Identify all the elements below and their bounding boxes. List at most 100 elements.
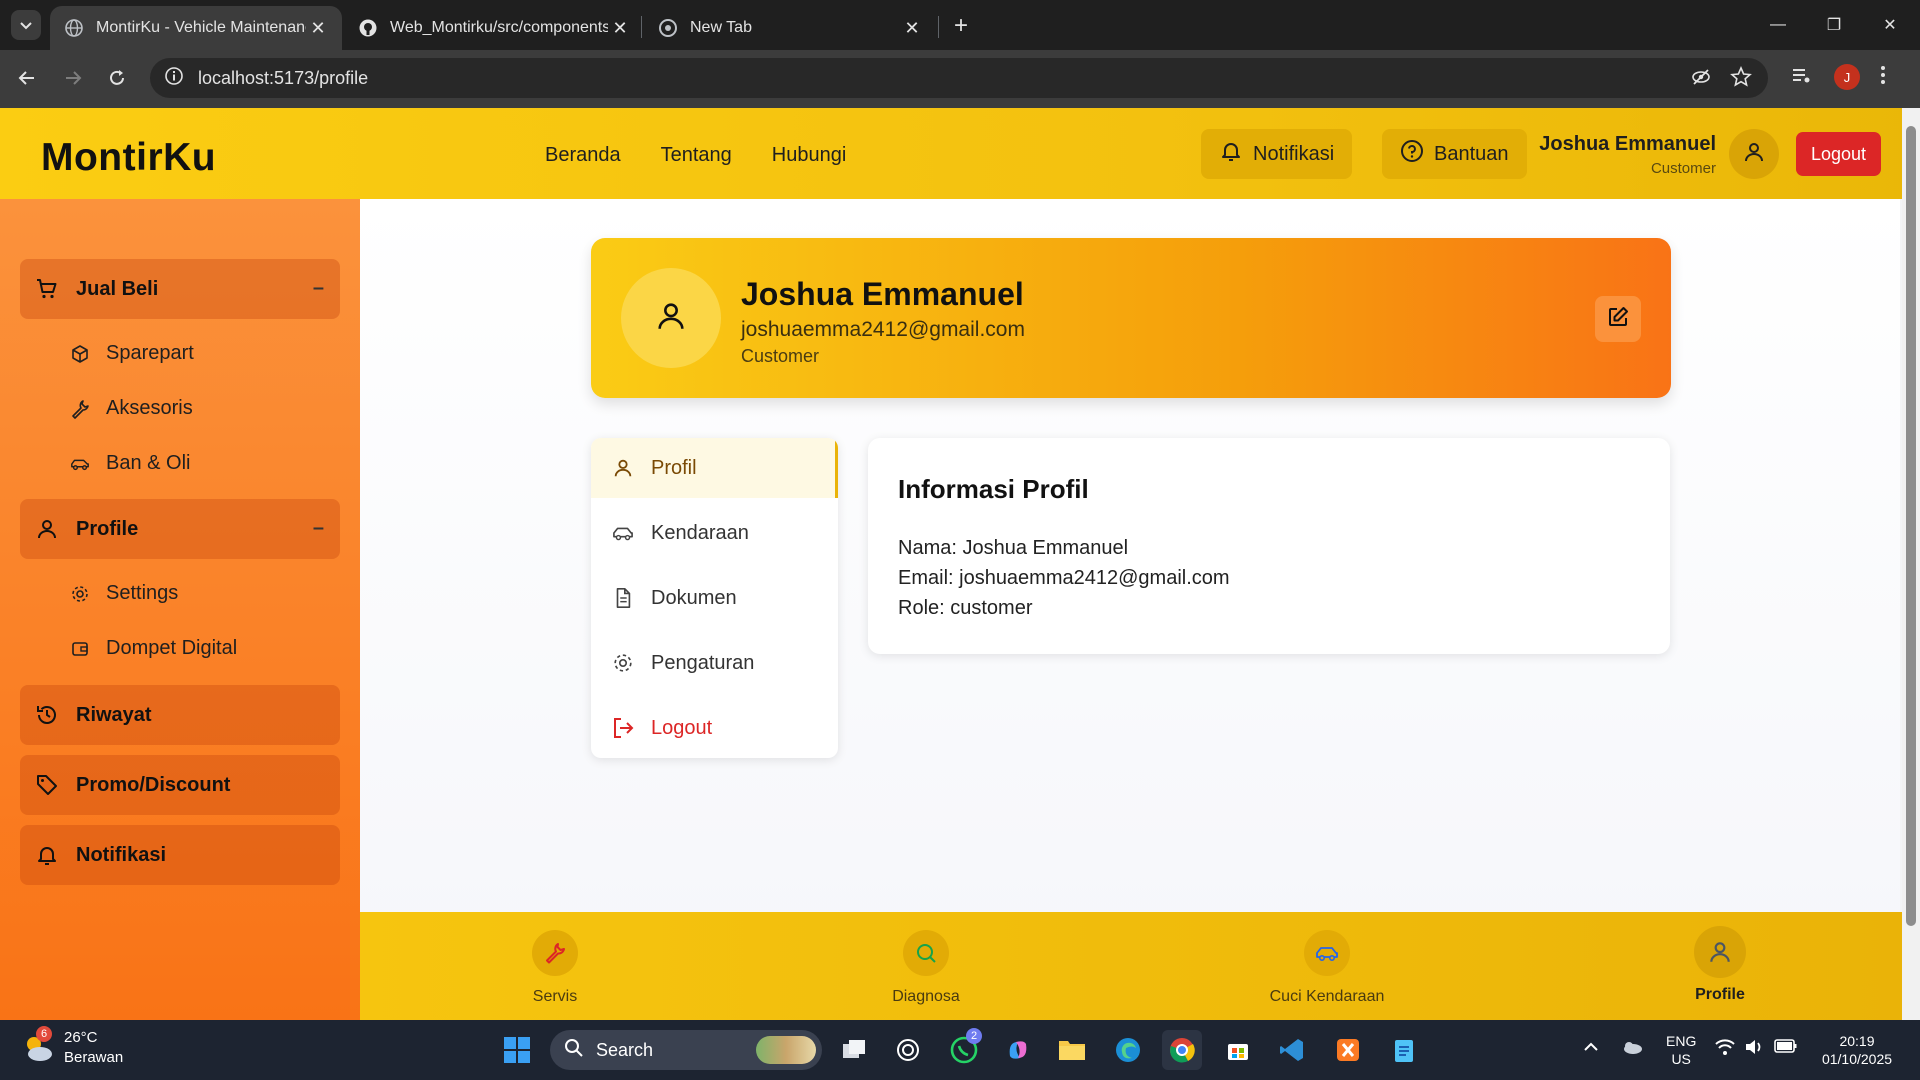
tab-github[interactable]: Web_Montirku/src/components ✕	[344, 6, 644, 50]
profile-menu-kendaraan[interactable]: Kendaraan	[591, 503, 838, 563]
close-window-button[interactable]: ✕	[1862, 0, 1918, 50]
help-button[interactable]: Bantuan	[1382, 129, 1527, 179]
sidebar-item-sparepart[interactable]: Sparepart	[70, 342, 194, 365]
sidebar-item-ban-oli[interactable]: Ban & Oli	[70, 452, 190, 475]
weather-widget[interactable]: 6 26°C Berawan	[20, 1026, 123, 1068]
sidebar-group-profile[interactable]: Profile –	[20, 499, 340, 559]
bell-icon	[34, 842, 60, 868]
close-icon[interactable]: ✕	[608, 16, 632, 40]
bookmark-star-icon[interactable]	[1730, 65, 1752, 93]
address-bar[interactable]: localhost:5173/profile	[150, 58, 1768, 98]
nav-hubungi[interactable]: Hubungi	[772, 144, 847, 167]
language-indicator[interactable]: ENG US	[1666, 1032, 1696, 1068]
sidebar-group-notifikasi[interactable]: Notifikasi	[20, 825, 340, 885]
bottom-nav: Servis Diagnosa Cuci Kendaraan Profile	[360, 912, 1902, 1020]
profile-menu-logout[interactable]: Logout	[591, 698, 838, 758]
volume-icon[interactable]	[1744, 1038, 1764, 1060]
scrollbar-thumb[interactable]	[1906, 126, 1916, 926]
notifications-button[interactable]: Notifikasi	[1201, 129, 1353, 179]
profile-menu-label: Dokumen	[651, 586, 737, 609]
bottom-nav-profile[interactable]: Profile	[1640, 926, 1800, 1004]
wrench-icon	[532, 930, 578, 976]
notifications-label: Notifikasi	[1253, 142, 1335, 165]
bottom-nav-cuci-kendaraan[interactable]: Cuci Kendaraan	[1247, 930, 1407, 1006]
page-scrollbar[interactable]	[1902, 108, 1920, 1020]
sidebar-item-dompet-digital[interactable]: Dompet Digital	[70, 637, 237, 660]
wrench-icon	[70, 399, 90, 419]
profile-header-card: Joshua Emmanuel joshuaemma2412@gmail.com…	[591, 238, 1671, 398]
tab-search-button[interactable]	[11, 10, 41, 40]
header-logout-button[interactable]: Logout	[1796, 132, 1881, 176]
onedrive-icon[interactable]	[1620, 1038, 1644, 1060]
tab-montirku[interactable]: MontirKu - Vehicle Maintenance ✕	[50, 6, 342, 50]
chevron-up-icon[interactable]	[1582, 1038, 1600, 1060]
profile-avatar	[621, 268, 721, 368]
vscode-icon[interactable]	[1272, 1030, 1312, 1070]
clock-time: 20:19	[1839, 1033, 1875, 1049]
header-avatar[interactable]	[1729, 129, 1779, 179]
profile-menu-label: Profil	[651, 456, 697, 479]
profile-menu-label: Kendaraan	[651, 521, 749, 544]
nav-beranda[interactable]: Beranda	[545, 144, 621, 167]
forward-button[interactable]	[56, 61, 90, 95]
bottom-nav-servis[interactable]: Servis	[475, 930, 635, 1006]
profile-menu-label: Pengaturan	[651, 651, 755, 674]
sidebar-group-promo[interactable]: Promo/Discount	[20, 755, 340, 815]
eye-off-icon[interactable]	[1690, 66, 1712, 93]
tab-separator	[938, 16, 939, 38]
close-icon[interactable]: ✕	[900, 16, 924, 40]
windows-start-icon[interactable]	[497, 1030, 537, 1070]
xampp-icon[interactable]	[1328, 1030, 1368, 1070]
file-explorer-icon[interactable]	[1052, 1030, 1092, 1070]
bottom-nav-label: Cuci Kendaraan	[1269, 988, 1385, 1005]
sidebar-group-label: Profile	[76, 517, 139, 540]
car-icon	[611, 521, 635, 545]
back-button[interactable]	[10, 61, 44, 95]
wifi-icon[interactable]	[1714, 1038, 1736, 1060]
site-info-icon[interactable]	[164, 66, 184, 91]
task-view-icon[interactable]	[834, 1030, 874, 1070]
profile-role: Customer	[741, 346, 820, 366]
collapse-icon[interactable]: –	[313, 277, 324, 300]
edit-icon	[1606, 305, 1630, 334]
notepad-icon[interactable]	[1384, 1030, 1424, 1070]
profile-avatar-button[interactable]: J	[1834, 64, 1860, 90]
brand-logo[interactable]: MontirKu	[41, 136, 216, 180]
help-circle-icon	[1400, 139, 1424, 169]
edit-profile-button[interactable]	[1595, 296, 1641, 342]
reload-button[interactable]	[100, 61, 134, 95]
profile-menu-profil[interactable]: Profil	[591, 438, 838, 498]
sidebar-group-riwayat[interactable]: Riwayat	[20, 685, 340, 745]
profile-menu-pengaturan[interactable]: Pengaturan	[591, 633, 838, 693]
chrome-taskbar-icon[interactable]	[1162, 1030, 1202, 1070]
header-user-info: Joshua Emmanuel Customer	[1539, 133, 1716, 177]
taskbar-search[interactable]: Search	[550, 1030, 822, 1070]
profile-menu-label: Logout	[651, 716, 713, 739]
copilot-icon[interactable]	[998, 1030, 1038, 1070]
sidebar-item-label: Aksesoris	[106, 397, 193, 419]
whatsapp-icon[interactable]: 2	[944, 1028, 984, 1070]
collapse-icon[interactable]: –	[313, 517, 324, 540]
profile-menu-dokumen[interactable]: Dokumen	[591, 568, 838, 628]
gear-icon	[611, 651, 635, 675]
minimize-button[interactable]: —	[1750, 0, 1806, 50]
tab-new[interactable]: New Tab ✕	[644, 6, 936, 50]
kebab-menu-icon[interactable]	[1880, 64, 1886, 86]
close-icon[interactable]: ✕	[306, 16, 330, 40]
sidebar-item-aksesoris[interactable]: Aksesoris	[70, 397, 193, 420]
sidebar-group-jual-beli[interactable]: Jual Beli –	[20, 259, 340, 319]
new-tab-button[interactable]: +	[946, 11, 976, 41]
chatgpt-icon[interactable]	[888, 1030, 928, 1070]
history-icon	[34, 702, 60, 728]
edge-icon[interactable]	[1108, 1030, 1148, 1070]
media-icon[interactable]	[1790, 64, 1812, 86]
sidebar-group-label: Notifikasi	[76, 843, 167, 866]
nav-tentang[interactable]: Tentang	[661, 144, 732, 167]
clock[interactable]: 20:19 01/10/2025	[1816, 1032, 1898, 1068]
store-icon[interactable]	[1218, 1030, 1258, 1070]
restore-button[interactable]: ❐	[1806, 0, 1862, 50]
box-icon	[70, 344, 90, 364]
bottom-nav-diagnosa[interactable]: Diagnosa	[846, 930, 1006, 1006]
sidebar-item-settings[interactable]: Settings	[70, 582, 178, 605]
battery-icon[interactable]	[1774, 1038, 1798, 1058]
